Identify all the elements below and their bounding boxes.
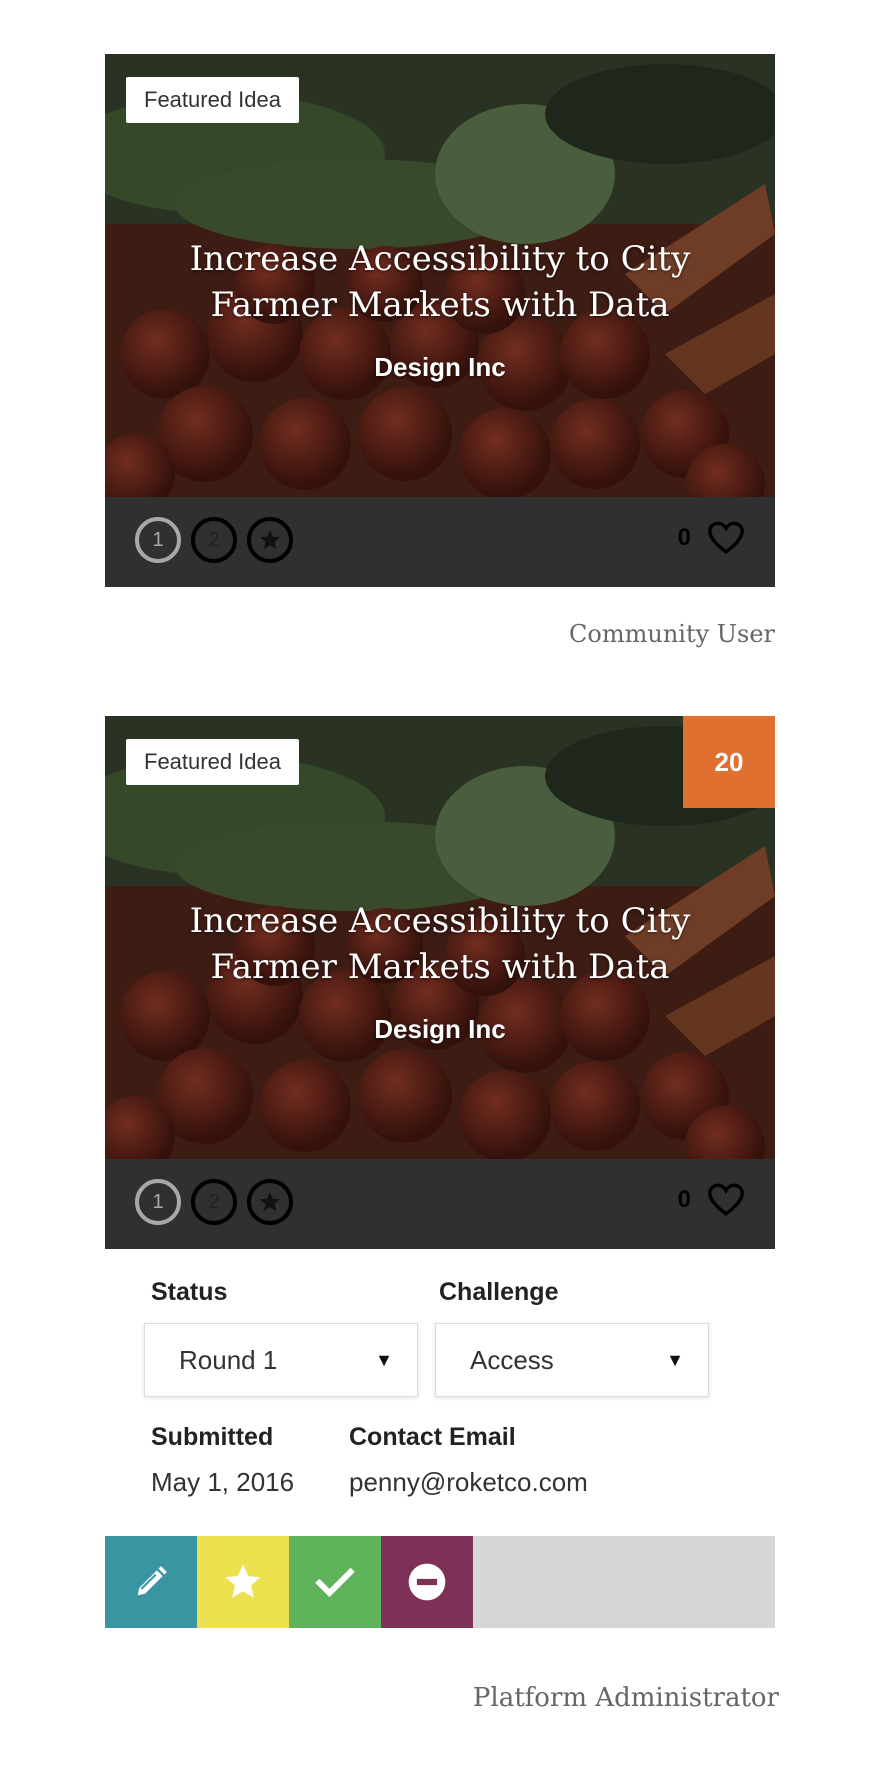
approve-button[interactable]: [289, 1536, 381, 1628]
likes[interactable]: 0: [678, 521, 745, 555]
challenge-label: Challenge: [439, 1278, 559, 1306]
caret-down-icon: ▼: [666, 1349, 684, 1370]
star-icon: [260, 530, 280, 549]
idea-card-admin[interactable]: Featured Idea 20 Increase Accessibility …: [105, 716, 775, 1249]
community-user-caption: Community User: [569, 620, 775, 648]
idea-company: Design Inc: [374, 352, 506, 382]
admin-actions-bar: [105, 1536, 775, 1628]
contact-email-label: Contact Email: [349, 1423, 516, 1451]
idea-title[interactable]: Increase Accessibility to City Farmer Ma…: [145, 236, 735, 328]
idea-company: Design Inc: [374, 1014, 506, 1044]
round-1-badge: 1: [135, 517, 181, 563]
pencil-icon: [137, 1566, 167, 1596]
featured-idea-label: Featured Idea: [126, 77, 299, 123]
contact-email[interactable]: penny@roketco.com: [349, 1467, 588, 1498]
star-icon: [260, 1192, 280, 1211]
idea-hero-image[interactable]: Featured Idea 20 Increase Accessibility …: [105, 716, 775, 1159]
status-select[interactable]: Round 1 ▼: [144, 1323, 418, 1397]
star-badge: [247, 517, 293, 563]
heart-icon[interactable]: [707, 521, 745, 555]
check-icon: [315, 1567, 355, 1598]
heart-icon[interactable]: [707, 1183, 745, 1217]
caret-down-icon: ▼: [375, 1349, 393, 1370]
edit-button[interactable]: [105, 1536, 197, 1628]
minus-circle-icon: [408, 1563, 446, 1601]
like-count: 0: [677, 1186, 691, 1213]
star-icon: [225, 1564, 261, 1598]
challenge-select-value: Access: [470, 1344, 554, 1375]
round-badges: 1 2: [135, 517, 293, 563]
status-select-value: Round 1: [179, 1344, 278, 1375]
round-2-badge: 2: [191, 1179, 237, 1225]
remove-button[interactable]: [381, 1536, 473, 1628]
idea-card-footer: 1 2 0: [105, 1159, 775, 1249]
challenge-select[interactable]: Access ▼: [435, 1323, 709, 1397]
like-count: 0: [677, 524, 691, 551]
submitted-date: May 1, 2016: [151, 1467, 295, 1497]
star-badge: [247, 1179, 293, 1225]
status-label: Status: [151, 1278, 228, 1306]
idea-card-community[interactable]: Featured Idea Increase Accessibility to …: [105, 54, 775, 587]
round-1-badge: 1: [135, 1179, 181, 1225]
score-badge: 20: [683, 716, 775, 808]
idea-card-footer: 1 2 0: [105, 497, 775, 587]
idea-hero-image[interactable]: Featured Idea Increase Accessibility to …: [105, 54, 775, 497]
likes[interactable]: 0: [678, 1183, 745, 1217]
round-badges: 1 2: [135, 1179, 293, 1225]
idea-title[interactable]: Increase Accessibility to City Farmer Ma…: [145, 898, 735, 990]
feature-button[interactable]: [197, 1536, 289, 1628]
round-2-badge: 2: [191, 517, 237, 563]
featured-idea-label: Featured Idea: [126, 739, 299, 785]
submitted-label: Submitted: [151, 1423, 274, 1451]
platform-administrator-caption: Platform Administrator: [472, 1683, 779, 1713]
